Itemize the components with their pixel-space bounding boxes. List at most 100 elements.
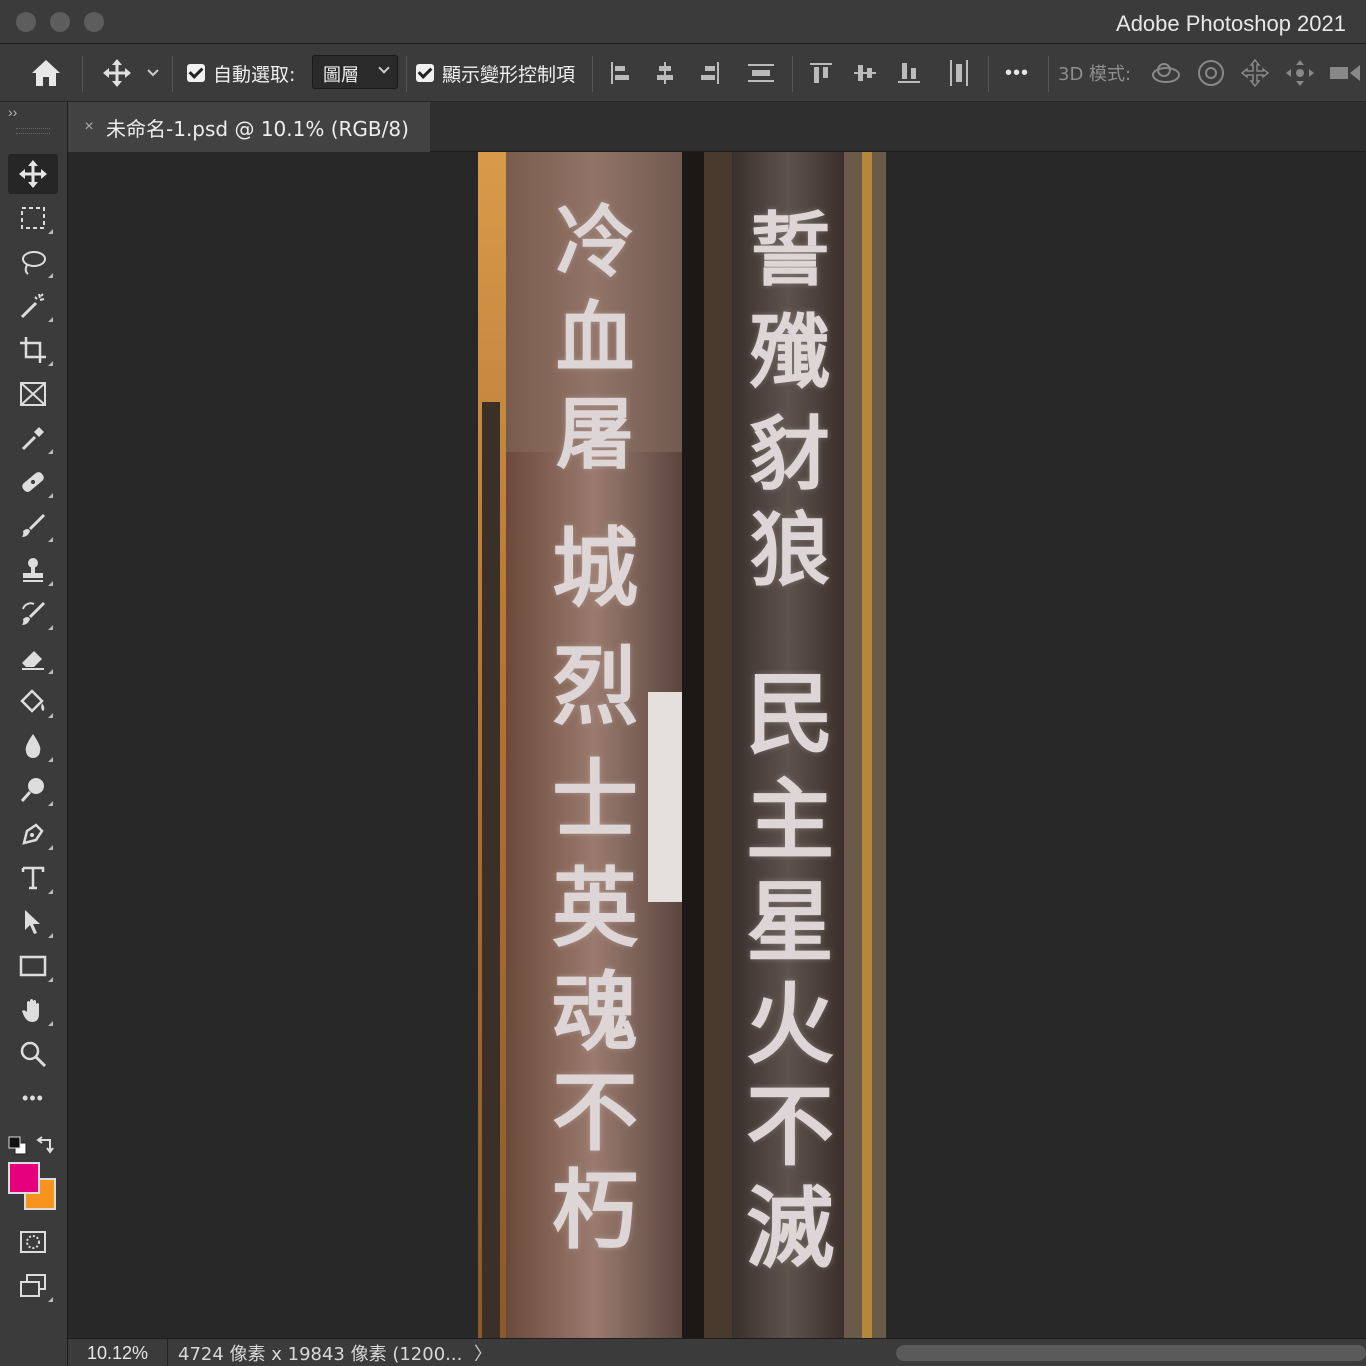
collapse-panel-icon[interactable]: ›› [8,104,17,120]
separator [82,56,83,92]
distribute-horizontal-icon[interactable] [946,58,972,93]
submenu-indicator [48,273,53,278]
bandage-icon [22,472,44,492]
separator [406,56,407,92]
eyedropper-tool-button[interactable] [8,418,58,458]
lasso-tool-button[interactable] [8,242,58,282]
type-tool-button[interactable] [8,858,58,898]
swap-colors-icon[interactable] [36,1134,56,1159]
document-canvas[interactable]: 冷 血 屠 城 烈 士 英 魂 不 朽 誓 殲 豺 狼 民 主 星 火 不 滅 [478,152,886,1338]
brush-tool-button[interactable] [8,506,58,546]
stamp-icon [23,558,43,582]
banner-character: 不 [552,1062,638,1163]
submenu-indicator [48,977,53,982]
minimize-window-button[interactable] [50,12,70,32]
move-tool-button[interactable] [8,154,58,194]
separator [792,56,793,92]
align-right-edges-icon[interactable] [696,60,722,91]
eraser-tool-button[interactable] [8,638,58,678]
submenu-indicator [48,581,53,586]
quick-mask-icon [20,1231,46,1253]
align-horizontal-centers-icon[interactable] [652,60,678,91]
eyedropper-icon [21,427,44,451]
status-menu-arrow-icon[interactable]: 〉 [474,1340,492,1366]
photoshop-window: Adobe Photoshop 2021 自動選取: 圖層 顯示變形控制項 ••… [0,0,1366,1366]
banner-character: 主 [745,768,834,872]
magic-wand-icon [20,293,45,319]
frame-tool-button[interactable] [8,374,58,414]
banner-character: 城 [552,518,638,619]
pen-tool-button[interactable] [8,814,58,854]
roll-3d-camera-icon[interactable] [1196,58,1226,93]
align-left-edges-icon[interactable] [608,60,634,91]
show-transform-controls-checkbox[interactable] [416,64,434,82]
pan-3d-camera-icon[interactable] [1240,58,1270,93]
banner-character: 誓 [750,203,830,297]
submenu-indicator [48,229,53,234]
zoom-window-button[interactable] [84,12,104,32]
zoom-tool-button[interactable] [8,1034,58,1074]
close-window-button[interactable] [16,12,36,32]
dodge-tool-button[interactable] [8,770,58,810]
separator [988,56,989,92]
document-tab[interactable]: × 未命名-1.psd @ 10.1% (RGB/8) [68,102,430,152]
move-tool-icon[interactable] [102,58,132,93]
home-icon[interactable] [30,58,62,93]
crop-tool-button[interactable] [8,330,58,370]
zoom-level-field[interactable]: 10.12% [68,1338,168,1366]
screen-mode-button[interactable] [8,1266,58,1306]
rectangle-icon [19,955,47,977]
quick-mask-button[interactable] [8,1222,58,1262]
clone-stamp-tool-button[interactable] [8,550,58,590]
history-brush-tool-button[interactable] [8,594,58,634]
blur-tool-button[interactable] [8,726,58,766]
auto-select-checkbox[interactable] [187,64,205,82]
more-options-button[interactable]: ••• [1005,44,1029,102]
marquee-tool-button[interactable] [8,198,58,238]
separator [592,56,593,92]
foreground-color-swatch[interactable] [8,1162,40,1194]
orbit-3d-camera-icon[interactable] [1150,58,1182,93]
hand-tool-button[interactable] [8,990,58,1030]
auto-select-target-dropdown[interactable]: 圖層 [312,55,398,89]
path-selection-tool-button[interactable] [8,902,58,942]
paint-bucket-tool-button[interactable] [8,682,58,722]
3d-mode-label: 3D 模式: [1058,64,1132,85]
chevron-down-icon[interactable] [146,66,160,84]
scale-3d-camera-icon[interactable] [1328,60,1366,91]
pen-icon [22,823,44,845]
hand-icon [22,999,39,1022]
distribute-vertical-icon[interactable] [746,60,776,91]
submenu-indicator [48,1021,53,1026]
horizontal-scrollbar[interactable] [896,1345,1366,1361]
align-top-edges-icon[interactable] [808,60,834,91]
type-icon [21,866,45,890]
history-brush-icon [22,601,46,625]
canvas-area[interactable]: 冷 血 屠 城 烈 士 英 魂 不 朽 誓 殲 豺 狼 民 主 星 火 不 滅 [68,152,1366,1338]
rectangle-tool-button[interactable] [8,946,58,986]
left-banner-text: 冷 血 屠 城 烈 士 英 魂 不 朽 [540,152,650,1254]
align-vertical-centers-icon[interactable] [852,60,878,91]
slide-3d-camera-icon[interactable] [1284,58,1316,93]
banner-character: 民 [745,662,834,766]
submenu-indicator [48,889,53,894]
banner-character: 士 [552,750,638,851]
frame-icon [20,382,46,406]
show-transform-controls-label: 顯示變形控制項 [442,63,576,86]
magic-wand-tool-button[interactable] [8,286,58,326]
options-bar: 自動選取: 圖層 顯示變形控制項 ••• 3D 模式: [0,44,1366,102]
submenu-indicator [48,449,53,454]
screen-mode-icon [20,1274,46,1297]
default-colors-icon[interactable] [8,1136,28,1161]
healing-brush-tool-button[interactable] [8,462,58,502]
auto-select-label: 自動選取: [213,63,296,86]
panel-grip[interactable] [16,128,50,134]
close-tab-icon[interactable]: × [72,118,106,136]
show-transform-controls-option[interactable]: 顯示變形控制項 [416,44,575,102]
banner-character: 冷 [555,197,634,288]
submenu-indicator [48,845,53,850]
edit-toolbar-button[interactable]: ••• [8,1078,58,1118]
auto-select-option[interactable]: 自動選取: [187,44,295,102]
document-tab-bar: × 未命名-1.psd @ 10.1% (RGB/8) [68,102,1366,152]
align-bottom-edges-icon[interactable] [896,60,922,91]
